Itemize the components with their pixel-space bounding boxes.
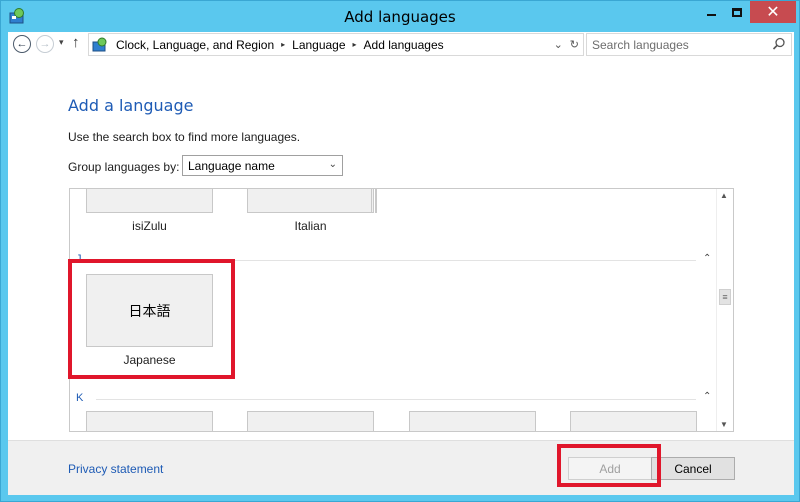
footer: Privacy statement Add Cancel [8,441,794,495]
language-label-isizulu: isiZulu [132,219,167,233]
forward-arrow-icon: → [39,38,51,50]
forward-button[interactable]: → [36,35,54,53]
back-button[interactable]: ← [13,35,31,53]
back-arrow-icon: ← [16,38,28,50]
up-button[interactable]: ↑ [72,34,80,51]
breadcrumb-separator-icon[interactable]: ▸ [281,40,285,49]
language-label-italian: Italian [294,219,327,233]
maximize-button[interactable] [724,1,750,23]
tile-stack-edge [371,189,372,213]
scroll-thumb[interactable]: ≡ [719,289,731,305]
tile-stack-edge [375,189,377,213]
scroll-down-icon[interactable]: ▼ [720,420,728,429]
minimize-icon [706,14,716,16]
breadcrumb[interactable]: Clock, Language, and Region ▸ Language ▸… [88,33,584,56]
window-title: Add languages [344,8,456,26]
control-panel-icon [92,37,107,51]
group-divider [96,399,696,400]
title-bar[interactable]: Add languages ✕ [1,1,799,32]
add-languages-window: Add languages ✕ ← → ▾ ↑ Clock, Language,… [0,0,800,502]
recent-locations-dropdown[interactable]: ▾ [59,37,64,48]
collapse-icon[interactable]: ⌃ [703,391,711,402]
language-tile[interactable] [247,411,374,431]
search-input[interactable] [587,34,767,55]
vertical-scrollbar[interactable]: ▲ ≡ ▼ [716,189,733,431]
address-bar: ← → ▾ ↑ Clock, Language, and Region ▸ La… [8,32,794,57]
privacy-statement-link[interactable]: Privacy statement [68,462,163,476]
scroll-up-icon[interactable]: ▲ [720,191,728,200]
minimize-button[interactable] [698,1,724,23]
chevron-down-icon: ⌄ [328,159,337,170]
refresh-icon[interactable]: ↻ [570,38,579,51]
page-title: Add a language [68,96,194,115]
search-box [586,33,792,56]
group-by-label: Group languages by: [68,160,180,174]
language-tile[interactable] [570,411,697,431]
language-tile[interactable] [409,411,536,431]
search-icon[interactable] [772,37,786,51]
breadcrumb-separator-icon[interactable]: ▸ [353,40,357,49]
group-by-select[interactable]: Language name ⌄ [182,155,343,176]
breadcrumb-clock-language-region[interactable]: Clock, Language, and Region [116,38,274,52]
language-tile-italian[interactable] [247,189,374,213]
language-tile[interactable] [86,411,213,431]
highlight-add-button [557,444,661,487]
breadcrumb-language[interactable]: Language [292,38,345,52]
maximize-icon [732,7,742,17]
highlight-japanese [68,259,235,379]
breadcrumb-add-languages[interactable]: Add languages [364,38,444,52]
close-button[interactable]: ✕ [750,1,796,23]
page-description: Use the search box to find more language… [68,130,301,144]
group-by-value: Language name [188,158,275,173]
address-actions: ⌄ ↻ [554,38,579,51]
language-tile-isizulu[interactable] [86,189,213,213]
cancel-button[interactable]: Cancel [651,457,735,480]
content-area: Add a language Use the search box to fin… [8,57,794,495]
collapse-icon[interactable]: ⌃ [703,253,711,264]
close-icon: ✕ [766,4,780,21]
group-header-k: K [76,392,84,404]
address-dropdown-icon[interactable]: ⌄ [554,38,563,51]
grip-icon: ≡ [722,291,728,302]
